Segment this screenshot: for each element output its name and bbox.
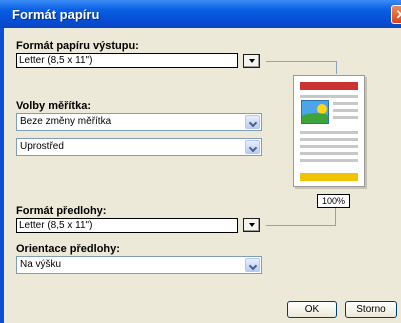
position-select[interactable]: Uprostřed bbox=[16, 138, 262, 156]
preview-text-line bbox=[300, 131, 358, 134]
connector-line bbox=[266, 225, 336, 226]
source-format-label: Formát předlohy: bbox=[16, 205, 107, 217]
orientation-select-value: Na výšku bbox=[20, 259, 62, 270]
page-preview bbox=[293, 75, 365, 187]
chevron-down-icon[interactable] bbox=[245, 115, 260, 129]
scale-select[interactable]: Beze změny měřítka bbox=[16, 113, 262, 131]
dialog-body: Formát papíru výstupu: Letter (8,5 x 11"… bbox=[4, 28, 401, 323]
close-icon: ✕ bbox=[396, 7, 401, 22]
output-format-dropdown-button[interactable] bbox=[243, 54, 260, 68]
orientation-label: Orientace předlohy: bbox=[16, 243, 120, 255]
output-format-label: Formát papíru výstupu: bbox=[16, 40, 139, 52]
connector-line bbox=[336, 61, 337, 74]
cancel-button[interactable]: Storno bbox=[345, 301, 397, 318]
preview-text-line bbox=[333, 102, 358, 105]
preview-text-line bbox=[333, 109, 358, 112]
preview-text-line bbox=[300, 145, 358, 148]
preview-text-line bbox=[300, 95, 358, 98]
connector-line bbox=[266, 61, 337, 62]
connector-line bbox=[335, 208, 336, 226]
window-title: Formát papíru bbox=[12, 7, 100, 22]
close-button[interactable]: ✕ bbox=[391, 5, 401, 24]
chevron-down-icon[interactable] bbox=[245, 258, 260, 272]
preview-header-bar bbox=[300, 82, 358, 90]
title-bar[interactable]: Formát papíru ✕ bbox=[0, 0, 401, 28]
orientation-select[interactable]: Na výšku bbox=[16, 256, 262, 274]
preview-text-line bbox=[300, 159, 358, 162]
source-format-field[interactable]: Letter (8,5 x 11") bbox=[16, 218, 238, 233]
output-format-field[interactable]: Letter (8,5 x 11") bbox=[16, 53, 238, 68]
preview-text-line bbox=[333, 116, 358, 119]
source-format-dropdown-button[interactable] bbox=[243, 218, 260, 232]
position-select-value: Uprostřed bbox=[20, 141, 64, 152]
scale-options-label: Volby měřítka: bbox=[16, 100, 91, 112]
dropdown-arrow-icon bbox=[249, 59, 255, 63]
preview-footer-bar bbox=[300, 173, 358, 181]
hill-icon bbox=[302, 113, 328, 123]
image-icon bbox=[301, 100, 329, 124]
dropdown-arrow-icon bbox=[249, 223, 255, 227]
scale-select-value: Beze změny měřítka bbox=[20, 116, 112, 127]
ok-button[interactable]: OK bbox=[287, 301, 337, 318]
preview-text-line bbox=[300, 152, 358, 155]
dialog-window: Formát papíru ✕ Formát papíru výstupu: L… bbox=[0, 0, 401, 323]
zoom-level: 100% bbox=[317, 194, 350, 208]
chevron-down-icon[interactable] bbox=[245, 140, 260, 154]
preview-text-line bbox=[300, 138, 358, 141]
